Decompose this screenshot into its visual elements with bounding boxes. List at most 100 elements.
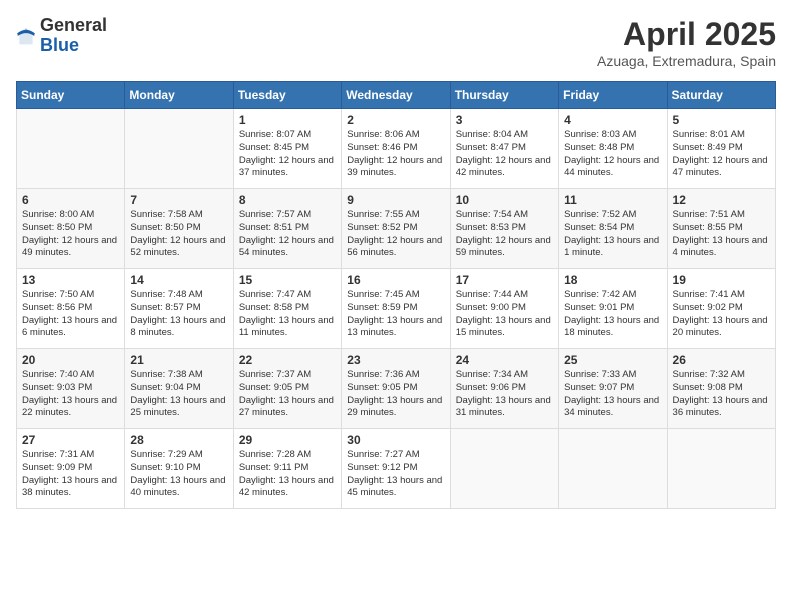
calendar-day-cell: 12 Sunrise: 7:51 AMSunset: 8:55 PMDayligh…: [667, 189, 775, 269]
calendar-week-row: 6 Sunrise: 8:00 AMSunset: 8:50 PMDaylight…: [17, 189, 776, 269]
calendar-day-cell: 26Sunrise: 7:32 AMSunset: 9:08 PMDayligh…: [667, 349, 775, 429]
calendar-day-cell: [125, 109, 233, 189]
day-number: 8: [239, 193, 336, 207]
calendar-week-row: 27 Sunrise: 7:31 AMSunset: 9:09 PMDayligh…: [17, 429, 776, 509]
day-detail: Sunrise: 7:36 AMSunset: 9:05 PMDaylight:…: [347, 369, 444, 420]
day-number: 16: [347, 273, 444, 287]
calendar-day-cell: [667, 429, 775, 509]
calendar-day-cell: 25 Sunrise: 7:33 AMSunset: 9:07 PMDayligh…: [559, 349, 667, 429]
calendar-day-cell: 1 Sunrise: 8:07 AMSunset: 8:45 PMDaylight…: [233, 109, 341, 189]
location: Azuaga, Extremadura, Spain: [597, 53, 776, 69]
day-number: 19: [673, 273, 770, 287]
day-number: 24: [456, 353, 553, 367]
day-of-week-header: Friday: [559, 82, 667, 109]
day-detail: Sunrise: 7:42 AMSunset: 9:01 PMDaylight:…: [564, 289, 661, 340]
calendar-day-cell: 22 Sunrise: 7:37 AMSunset: 9:05 PMDayligh…: [233, 349, 341, 429]
day-detail: Sunrise: 8:06 AMSunset: 8:46 PMDaylight:…: [347, 129, 444, 180]
day-number: 14: [130, 273, 227, 287]
month-title: April 2025: [597, 16, 776, 53]
logo-general-text: General: [40, 16, 107, 36]
calendar-day-cell: 27 Sunrise: 7:31 AMSunset: 9:09 PMDayligh…: [17, 429, 125, 509]
calendar-day-cell: 20 Sunrise: 7:40 AMSunset: 9:03 PMDayligh…: [17, 349, 125, 429]
day-number: 21: [130, 353, 227, 367]
day-detail: Sunrise: 7:50 AMSunset: 8:56 PMDaylight:…: [22, 289, 119, 340]
day-number: 23: [347, 353, 444, 367]
day-detail: Sunrise: 7:34 AMSunset: 9:06 PMDaylight:…: [456, 369, 553, 420]
day-number: 20: [22, 353, 119, 367]
day-number: 5: [673, 113, 770, 127]
calendar-day-cell: 30 Sunrise: 7:27 AMSunset: 9:12 PMDayligh…: [342, 429, 450, 509]
calendar-day-cell: 9 Sunrise: 7:55 AMSunset: 8:52 PMDaylight…: [342, 189, 450, 269]
calendar-day-cell: 5 Sunrise: 8:01 AMSunset: 8:49 PMDaylight…: [667, 109, 775, 189]
day-number: 12: [673, 193, 770, 207]
day-of-week-header: Wednesday: [342, 82, 450, 109]
day-detail: Sunrise: 8:01 AMSunset: 8:49 PMDaylight:…: [673, 129, 770, 180]
calendar-day-cell: 3 Sunrise: 8:04 AMSunset: 8:47 PMDaylight…: [450, 109, 558, 189]
calendar-week-row: 13 Sunrise: 7:50 AMSunset: 8:56 PMDayligh…: [17, 269, 776, 349]
day-of-week-header: Thursday: [450, 82, 558, 109]
calendar-day-cell: 16 Sunrise: 7:45 AMSunset: 8:59 PMDayligh…: [342, 269, 450, 349]
day-detail: Sunrise: 7:31 AMSunset: 9:09 PMDaylight:…: [22, 449, 119, 500]
day-number: 30: [347, 433, 444, 447]
calendar-day-cell: 23 Sunrise: 7:36 AMSunset: 9:05 PMDayligh…: [342, 349, 450, 429]
day-detail: Sunrise: 7:58 AMSunset: 8:50 PMDaylight:…: [130, 209, 227, 260]
day-detail: Sunrise: 7:41 AMSunset: 9:02 PMDaylight:…: [673, 289, 770, 340]
day-detail: Sunrise: 8:07 AMSunset: 8:45 PMDaylight:…: [239, 129, 336, 180]
day-number: 9: [347, 193, 444, 207]
day-number: 27: [22, 433, 119, 447]
day-detail: Sunrise: 7:37 AMSunset: 9:05 PMDaylight:…: [239, 369, 336, 420]
day-number: 25: [564, 353, 661, 367]
calendar-day-cell: 8 Sunrise: 7:57 AMSunset: 8:51 PMDaylight…: [233, 189, 341, 269]
calendar-day-cell: 11 Sunrise: 7:52 AMSunset: 8:54 PMDayligh…: [559, 189, 667, 269]
calendar-table: SundayMondayTuesdayWednesdayThursdayFrid…: [16, 81, 776, 509]
calendar-week-row: 20 Sunrise: 7:40 AMSunset: 9:03 PMDayligh…: [17, 349, 776, 429]
day-detail: Sunrise: 7:52 AMSunset: 8:54 PMDaylight:…: [564, 209, 661, 260]
day-number: 28: [130, 433, 227, 447]
day-of-week-header: Saturday: [667, 82, 775, 109]
day-detail: Sunrise: 7:38 AMSunset: 9:04 PMDaylight:…: [130, 369, 227, 420]
calendar-day-cell: 10Sunrise: 7:54 AMSunset: 8:53 PMDayligh…: [450, 189, 558, 269]
calendar-day-cell: 17Sunrise: 7:44 AMSunset: 9:00 PMDayligh…: [450, 269, 558, 349]
day-number: 11: [564, 193, 661, 207]
calendar-day-cell: 21 Sunrise: 7:38 AMSunset: 9:04 PMDayligh…: [125, 349, 233, 429]
day-number: 3: [456, 113, 553, 127]
day-number: 18: [564, 273, 661, 287]
day-number: 10: [456, 193, 553, 207]
day-number: 13: [22, 273, 119, 287]
calendar-day-cell: [450, 429, 558, 509]
day-detail: Sunrise: 8:00 AMSunset: 8:50 PMDaylight:…: [22, 209, 119, 260]
day-detail: Sunrise: 7:29 AMSunset: 9:10 PMDaylight:…: [130, 449, 227, 500]
day-detail: Sunrise: 7:27 AMSunset: 9:12 PMDaylight:…: [347, 449, 444, 500]
day-detail: Sunrise: 7:55 AMSunset: 8:52 PMDaylight:…: [347, 209, 444, 260]
day-number: 4: [564, 113, 661, 127]
day-of-week-header: Monday: [125, 82, 233, 109]
day-detail: Sunrise: 7:57 AMSunset: 8:51 PMDaylight:…: [239, 209, 336, 260]
day-detail: Sunrise: 7:47 AMSunset: 8:58 PMDaylight:…: [239, 289, 336, 340]
day-number: 2: [347, 113, 444, 127]
day-number: 22: [239, 353, 336, 367]
day-of-week-header: Tuesday: [233, 82, 341, 109]
day-detail: Sunrise: 7:44 AMSunset: 9:00 PMDaylight:…: [456, 289, 553, 340]
calendar-day-cell: 29Sunrise: 7:28 AMSunset: 9:11 PMDayligh…: [233, 429, 341, 509]
calendar-header-row: SundayMondayTuesdayWednesdayThursdayFrid…: [17, 82, 776, 109]
day-number: 29: [239, 433, 336, 447]
logo-blue-text: Blue: [40, 36, 107, 56]
day-detail: Sunrise: 7:45 AMSunset: 8:59 PMDaylight:…: [347, 289, 444, 340]
day-detail: Sunrise: 8:03 AMSunset: 8:48 PMDaylight:…: [564, 129, 661, 180]
calendar-day-cell: 18 Sunrise: 7:42 AMSunset: 9:01 PMDayligh…: [559, 269, 667, 349]
day-detail: Sunrise: 7:40 AMSunset: 9:03 PMDaylight:…: [22, 369, 119, 420]
calendar-day-cell: 28 Sunrise: 7:29 AMSunset: 9:10 PMDayligh…: [125, 429, 233, 509]
calendar-day-cell: 4 Sunrise: 8:03 AMSunset: 8:48 PMDaylight…: [559, 109, 667, 189]
day-detail: Sunrise: 7:33 AMSunset: 9:07 PMDaylight:…: [564, 369, 661, 420]
calendar-day-cell: 24 Sunrise: 7:34 AMSunset: 9:06 PMDayligh…: [450, 349, 558, 429]
day-detail: Sunrise: 7:51 AMSunset: 8:55 PMDaylight:…: [673, 209, 770, 260]
calendar-day-cell: [17, 109, 125, 189]
calendar-day-cell: 7Sunrise: 7:58 AMSunset: 8:50 PMDaylight…: [125, 189, 233, 269]
calendar-day-cell: 13 Sunrise: 7:50 AMSunset: 8:56 PMDayligh…: [17, 269, 125, 349]
title-area: April 2025 Azuaga, Extremadura, Spain: [597, 16, 776, 69]
calendar-day-cell: 2 Sunrise: 8:06 AMSunset: 8:46 PMDaylight…: [342, 109, 450, 189]
day-number: 6: [22, 193, 119, 207]
day-detail: Sunrise: 8:04 AMSunset: 8:47 PMDaylight:…: [456, 129, 553, 180]
calendar-week-row: 1 Sunrise: 8:07 AMSunset: 8:45 PMDaylight…: [17, 109, 776, 189]
day-number: 1: [239, 113, 336, 127]
